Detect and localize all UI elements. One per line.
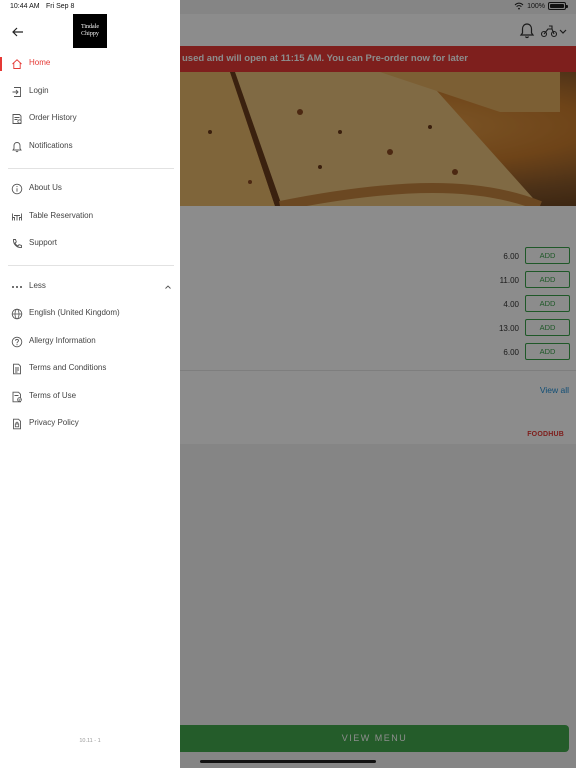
drawer-item-order-history[interactable]: Order History xyxy=(0,107,180,131)
drawer-item-label: Support xyxy=(29,238,58,247)
home-indicator xyxy=(200,760,376,763)
drawer-divider xyxy=(8,265,174,266)
drawer-item-notifications[interactable]: Notifications xyxy=(0,135,180,159)
home-icon xyxy=(12,59,22,69)
drawer-item-label: Terms of Use xyxy=(29,391,77,400)
drawer-item-table-reservation[interactable]: Table Reservation xyxy=(0,205,180,229)
drawer-item-privacy-policy[interactable]: Privacy Policy xyxy=(0,412,180,436)
battery-percent: 100% xyxy=(527,2,545,10)
document-icon xyxy=(13,363,21,375)
status-date: Fri Sep 8 xyxy=(46,3,75,10)
drawer-item-support[interactable]: Support xyxy=(0,232,180,256)
status-bar: 10:44 AM Fri Sep 8 100% xyxy=(0,0,576,14)
drawer-item-label: About Us xyxy=(29,183,62,192)
drawer-item-terms-of-use[interactable]: Terms of Use xyxy=(0,385,180,409)
order-history-icon xyxy=(12,114,22,124)
drawer-item-terms-conditions[interactable]: Terms and Conditions xyxy=(0,357,180,381)
phone-icon xyxy=(13,239,22,248)
drawer-more-toggle[interactable]: Less xyxy=(0,275,180,299)
more-dots-icon xyxy=(12,286,22,288)
drawer-item-about-us[interactable]: About Us xyxy=(0,177,180,201)
drawer-item-language[interactable]: English (United Kingdom) xyxy=(0,302,180,326)
status-time: 10:44 AM xyxy=(10,3,40,10)
back-arrow-icon[interactable] xyxy=(10,24,26,40)
drawer-item-label: English (United Kingdom) xyxy=(29,308,120,317)
drawer-item-label: Terms and Conditions xyxy=(29,363,107,372)
drawer-item-label: Order History xyxy=(29,113,77,122)
globe-icon xyxy=(11,308,23,320)
drawer-item-label: Privacy Policy xyxy=(29,418,79,427)
app-version: 10.11 - 1 xyxy=(79,738,101,744)
drawer-item-label: Home xyxy=(29,58,51,67)
drawer-item-login[interactable]: Login xyxy=(0,80,180,104)
drawer-item-label: Table Reservation xyxy=(29,211,94,220)
drawer-item-allergy[interactable]: Allergy Information xyxy=(0,330,180,354)
wifi-icon xyxy=(514,2,524,10)
drawer-item-label: Notifications xyxy=(29,141,73,150)
drawer-divider xyxy=(8,168,174,169)
battery-icon xyxy=(548,2,568,10)
drawer-item-label: Allergy Information xyxy=(29,336,96,345)
privacy-icon xyxy=(13,418,21,430)
chevron-up-icon xyxy=(165,285,171,289)
question-icon xyxy=(11,336,23,348)
restaurant-logo: Tindale Chippy xyxy=(73,14,107,48)
battery-level xyxy=(550,4,564,8)
document-check-icon xyxy=(12,391,22,403)
login-icon xyxy=(12,87,21,97)
navigation-drawer: Tindale Chippy Home Login Order History … xyxy=(0,0,180,768)
bell-icon xyxy=(12,142,22,153)
drawer-item-home[interactable]: Home xyxy=(0,52,180,76)
info-icon xyxy=(11,183,23,195)
drawer-item-label: Login xyxy=(29,86,49,95)
drawer-item-label: Less xyxy=(29,281,46,290)
table-icon xyxy=(12,213,22,221)
active-indicator xyxy=(0,57,2,71)
